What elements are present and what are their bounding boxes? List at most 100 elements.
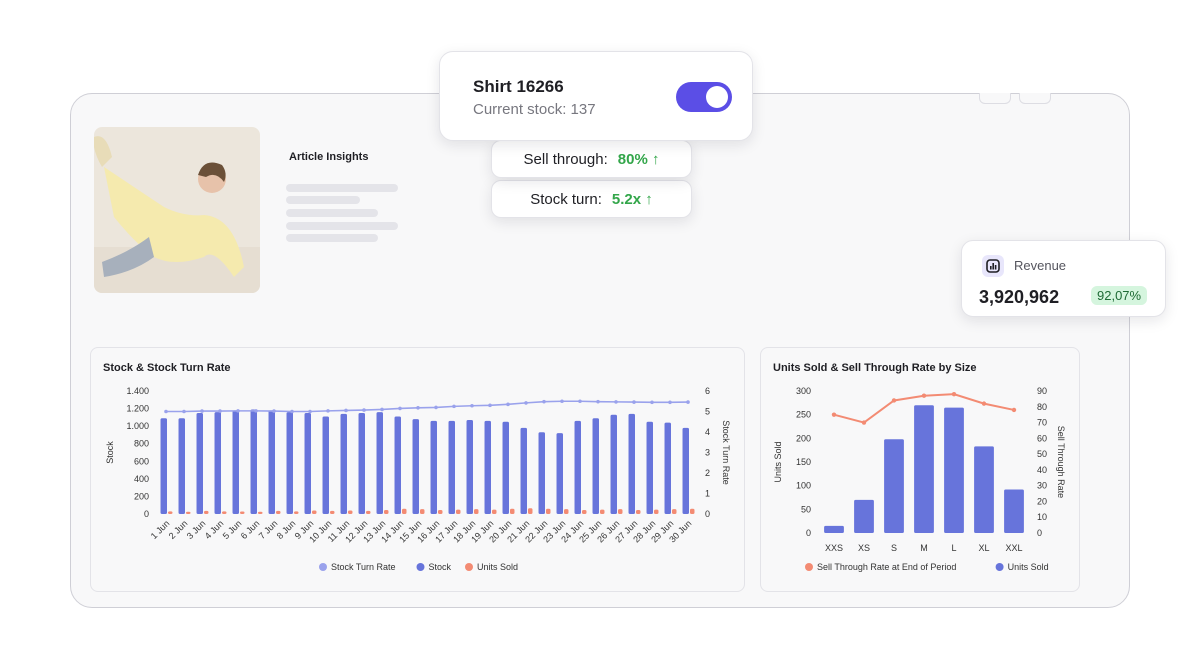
bar (474, 509, 479, 514)
y2-tick-label: 5 (705, 407, 710, 417)
line-point (921, 393, 927, 398)
bar (538, 432, 545, 514)
line-point (596, 399, 600, 404)
line-point (831, 412, 837, 417)
line-point (380, 407, 384, 412)
bar (646, 421, 653, 514)
x-tick-label: 6 Jun (239, 518, 262, 541)
bar (672, 509, 677, 514)
bar (824, 525, 844, 533)
bar (322, 416, 329, 514)
y2-tick-label: 6 (705, 386, 710, 396)
y-tick-label: 150 (796, 457, 811, 467)
skeleton-line (286, 234, 378, 242)
line-point (398, 406, 402, 411)
y-tick-label: 50 (801, 504, 811, 514)
product-photo (94, 127, 260, 293)
bar (340, 413, 347, 514)
x-tick-label: 2 Jun (167, 518, 190, 541)
bar (358, 412, 365, 514)
legend-swatch (465, 563, 473, 571)
line-point (861, 420, 867, 425)
line-point (542, 399, 546, 404)
stock-turn-label: Stock turn: (530, 190, 602, 208)
line-point (308, 409, 312, 414)
line-point (686, 400, 690, 404)
y2-tick-label: 1 (705, 489, 710, 499)
x-tick-label: 7 Jun (257, 518, 280, 541)
bar (204, 510, 209, 514)
bar (366, 510, 371, 514)
bar (168, 511, 173, 514)
line-point (650, 400, 654, 405)
line-point (578, 399, 582, 404)
line-point (416, 406, 420, 410)
legend-label: Stock Turn Rate (331, 562, 396, 572)
bar (466, 419, 473, 514)
line-point (524, 401, 528, 405)
revenue-card: Revenue 3,920,962 92,07% (961, 240, 1166, 317)
x-tick-label: XXL (1005, 543, 1022, 553)
x-tick-label: L (951, 543, 956, 553)
bar (600, 509, 605, 514)
window-control[interactable] (1019, 93, 1051, 104)
sell-through-label: Sell through: (523, 150, 608, 168)
bar (492, 509, 497, 514)
bar (178, 418, 185, 514)
line-point (488, 403, 492, 408)
bar (402, 508, 407, 514)
sell-through-row: Sell through: 80% ↑ (491, 140, 692, 178)
bar (484, 420, 491, 514)
bar (394, 416, 401, 514)
bar (528, 508, 533, 514)
bar (884, 439, 904, 533)
bar (914, 405, 934, 533)
bar (348, 510, 353, 514)
y2-tick-label: 40 (1037, 465, 1047, 475)
bar (456, 509, 461, 514)
y2-tick-label: 70 (1037, 418, 1047, 428)
bar (258, 511, 263, 514)
y2-tick-label: 20 (1037, 496, 1047, 506)
bar (690, 508, 695, 514)
y-tick-label: 1.000 (126, 421, 149, 431)
bar (1004, 489, 1024, 533)
line-point (506, 402, 510, 407)
x-tick-label: XS (858, 543, 870, 553)
window-control[interactable] (979, 93, 1011, 104)
line-point (344, 408, 348, 413)
y-tick-label: 1.400 (126, 386, 149, 396)
current-stock-text: Current stock: 137 (473, 101, 596, 118)
skeleton-line (286, 222, 398, 230)
legend-swatch (805, 563, 813, 571)
y-axis-title: Stock (105, 441, 115, 464)
bar (636, 510, 641, 514)
bar (250, 409, 257, 514)
x-tick-label: 8 Jun (275, 518, 298, 541)
bar (502, 421, 509, 514)
stock-turn-row: Stock turn: 5.2x ↑ (491, 180, 692, 218)
toggle-knob (706, 86, 728, 108)
y2-tick-label: 80 (1037, 402, 1047, 412)
y-tick-label: 0 (144, 509, 149, 519)
bar (268, 410, 275, 514)
legend-label: Sell Through Rate at End of Period (817, 562, 956, 572)
line-point (614, 400, 618, 404)
y2-tick-label: 2 (705, 468, 710, 478)
bar (546, 508, 551, 514)
tracking-toggle[interactable] (676, 82, 732, 112)
x-tick-label: 4 Jun (203, 518, 226, 541)
line-point (326, 409, 330, 413)
bar (582, 510, 587, 514)
y2-tick-label: 90 (1037, 386, 1047, 396)
bar (312, 510, 317, 514)
bar (240, 511, 245, 514)
bar (618, 509, 623, 514)
y-tick-label: 250 (796, 410, 811, 420)
bar (682, 427, 689, 514)
bar (438, 510, 443, 514)
line-point (290, 409, 294, 414)
revenue-value: 3,920,962 (979, 287, 1060, 307)
line-point (236, 409, 240, 413)
y2-tick-label: 0 (1037, 528, 1042, 538)
